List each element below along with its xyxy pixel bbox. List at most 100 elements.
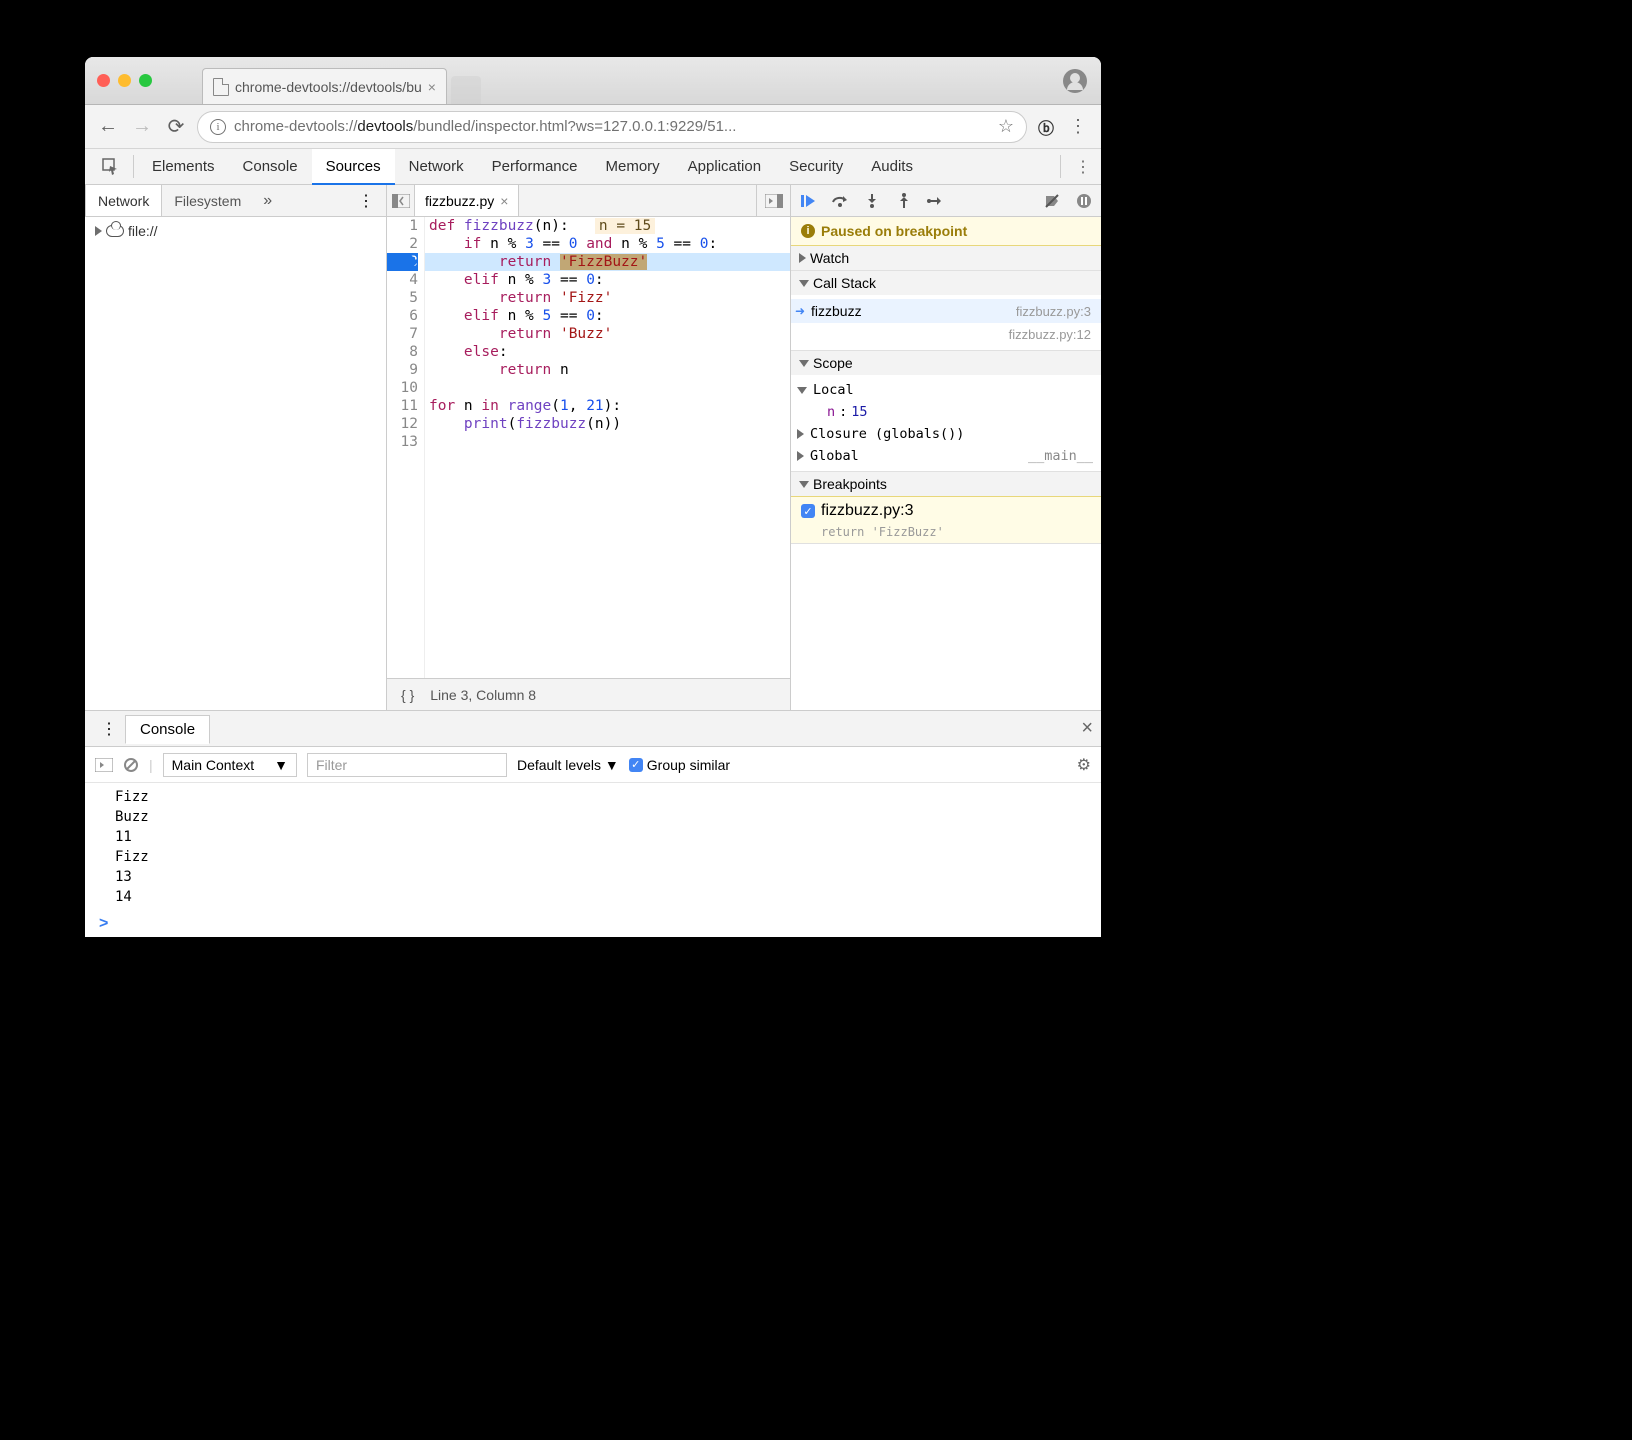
step-out-button[interactable]: [893, 190, 915, 212]
devtools-menu-icon[interactable]: ⋮: [1065, 149, 1101, 184]
debugger-toggle-icon[interactable]: [756, 185, 790, 216]
console-settings-icon[interactable]: ⚙: [1077, 755, 1091, 775]
cursor-position: Line 3, Column 8: [430, 687, 536, 703]
debugger-toolbar: [791, 185, 1101, 217]
breakpoint-preview: return 'FizzBuzz': [791, 525, 1101, 543]
editor-tab[interactable]: fizzbuzz.py ×: [415, 185, 519, 216]
file-tree-label: file://: [128, 223, 158, 239]
minimize-window-icon[interactable]: [118, 74, 131, 87]
console-log-line: 13: [85, 867, 1101, 887]
source-code[interactable]: def fizzbuzz(n): n = 15 if n % 3 == 0 an…: [425, 217, 790, 678]
console-log-line: Fizz: [85, 787, 1101, 807]
navigator-more-tabs[interactable]: »: [253, 185, 282, 216]
navigator-menu-icon[interactable]: ⋮: [346, 185, 386, 216]
step-over-button[interactable]: [829, 190, 851, 212]
chevron-right-icon: [799, 253, 806, 263]
log-levels-selector[interactable]: Default levels ▼: [517, 757, 619, 773]
editor-statusbar: { } Line 3, Column 8: [387, 678, 790, 710]
info-icon: i: [801, 224, 815, 238]
maximize-window-icon[interactable]: [139, 74, 152, 87]
console-prompt[interactable]: >: [85, 911, 1101, 937]
drawer-tab-console[interactable]: Console: [125, 715, 210, 744]
navigator-tab-network[interactable]: Network: [85, 185, 162, 216]
close-window-icon[interactable]: [97, 74, 110, 87]
editor-tab-label: fizzbuzz.py: [425, 193, 494, 209]
devtools-tab-memory[interactable]: Memory: [592, 149, 674, 184]
devtools-tab-console[interactable]: Console: [229, 149, 312, 184]
editor-tabbar: fizzbuzz.py ×: [387, 185, 790, 217]
sources-panel: Network Filesystem » ⋮ file:// fizzbuzz.…: [85, 185, 1101, 710]
file-tree-item[interactable]: file://: [85, 217, 386, 245]
close-editor-tab-icon[interactable]: ×: [500, 193, 508, 209]
drawer-tabbar: ⋮ Console ×: [85, 711, 1101, 747]
clear-console-icon[interactable]: [123, 757, 139, 773]
console-drawer: ⋮ Console × | Main Context▼ Filter Defau…: [85, 710, 1101, 937]
console-output[interactable]: FizzBuzz11Fizz1314: [85, 783, 1101, 911]
devtools-tab-application[interactable]: Application: [674, 149, 775, 184]
context-selector[interactable]: Main Context▼: [163, 753, 297, 777]
scope-closure-row[interactable]: Closure (globals()): [791, 423, 1101, 445]
bookmark-icon[interactable]: ☆: [998, 116, 1014, 137]
devtools-tab-network[interactable]: Network: [395, 149, 478, 184]
breakpoints-header[interactable]: Breakpoints: [791, 472, 1101, 496]
paused-message: Paused on breakpoint: [821, 223, 967, 239]
chevron-down-icon: [797, 387, 807, 394]
callstack-section: Call Stack fizzbuzzfizzbuzz.py:3fizzbuzz…: [791, 271, 1101, 351]
url-input[interactable]: i chrome-devtools://devtools/bundled/ins…: [197, 111, 1027, 143]
scope-global-row[interactable]: Global__main__: [791, 445, 1101, 467]
line-gutter[interactable]: 12345678910111213: [387, 217, 425, 678]
pause-exceptions-button[interactable]: [1073, 190, 1095, 212]
filter-input[interactable]: Filter: [307, 753, 507, 777]
window-controls: [97, 74, 152, 87]
console-log-line: Fizz: [85, 847, 1101, 867]
show-console-sidebar-icon[interactable]: [95, 758, 113, 772]
callstack-frame[interactable]: fizzbuzzfizzbuzz.py:3: [791, 299, 1101, 323]
extension-icon[interactable]: ⓑ: [1035, 116, 1057, 138]
checkbox-icon: ✓: [629, 758, 643, 772]
step-into-button[interactable]: [861, 190, 883, 212]
devtools-tab-sources[interactable]: Sources: [312, 149, 395, 185]
breakpoint-label: fizzbuzz.py:3: [821, 502, 913, 520]
scope-header[interactable]: Scope: [791, 351, 1101, 375]
profile-icon[interactable]: [1063, 69, 1087, 93]
watch-header[interactable]: Watch: [791, 246, 1101, 270]
group-similar-checkbox[interactable]: ✓Group similar: [629, 757, 730, 773]
code-editor[interactable]: 12345678910111213 def fizzbuzz(n): n = 1…: [387, 217, 790, 678]
new-tab-button[interactable]: [451, 76, 481, 104]
format-icon[interactable]: { }: [401, 687, 414, 703]
navigator-tabs: Network Filesystem » ⋮: [85, 185, 386, 217]
browser-tab[interactable]: chrome-devtools://devtools/bu ×: [202, 68, 447, 104]
close-drawer-icon[interactable]: ×: [1081, 717, 1093, 740]
callstack-frame[interactable]: fizzbuzz.py:12: [791, 323, 1101, 346]
deactivate-breakpoints-button[interactable]: [1041, 190, 1063, 212]
address-bar: ← → ⟳ i chrome-devtools://devtools/bundl…: [85, 105, 1101, 149]
back-button[interactable]: ←: [95, 114, 121, 140]
forward-button[interactable]: →: [129, 114, 155, 140]
breakpoint-item[interactable]: ✓ fizzbuzz.py:3: [791, 496, 1101, 525]
navigator-toggle-icon[interactable]: [387, 185, 415, 216]
console-toolbar: | Main Context▼ Filter Default levels ▼ …: [85, 747, 1101, 783]
callstack-header[interactable]: Call Stack: [791, 271, 1101, 295]
inspect-icon[interactable]: [93, 149, 129, 184]
reload-button[interactable]: ⟳: [163, 114, 189, 140]
devtools-tab-elements[interactable]: Elements: [138, 149, 229, 184]
drawer-menu-icon[interactable]: ⋮: [93, 719, 125, 739]
console-log-line: 11: [85, 827, 1101, 847]
site-info-icon[interactable]: i: [210, 119, 226, 135]
scope-local-row[interactable]: Local: [791, 379, 1101, 401]
scope-variable[interactable]: n: 15: [791, 401, 1101, 423]
close-tab-icon[interactable]: ×: [428, 79, 436, 95]
resume-button[interactable]: [797, 190, 819, 212]
page-icon: [213, 78, 229, 96]
console-log-line: Buzz: [85, 807, 1101, 827]
navigator-tab-filesystem[interactable]: Filesystem: [162, 185, 253, 216]
browser-window: chrome-devtools://devtools/bu × ← → ⟳ i …: [85, 57, 1101, 937]
devtools-tab-security[interactable]: Security: [775, 149, 857, 184]
step-button[interactable]: [925, 190, 947, 212]
titlebar: chrome-devtools://devtools/bu ×: [85, 57, 1101, 105]
devtools-tab-audits[interactable]: Audits: [857, 149, 927, 184]
navigator-pane: Network Filesystem » ⋮ file://: [85, 185, 387, 710]
checkbox-icon[interactable]: ✓: [801, 504, 815, 518]
devtools-tab-performance[interactable]: Performance: [478, 149, 592, 184]
browser-menu-icon[interactable]: ⋮: [1065, 114, 1091, 140]
